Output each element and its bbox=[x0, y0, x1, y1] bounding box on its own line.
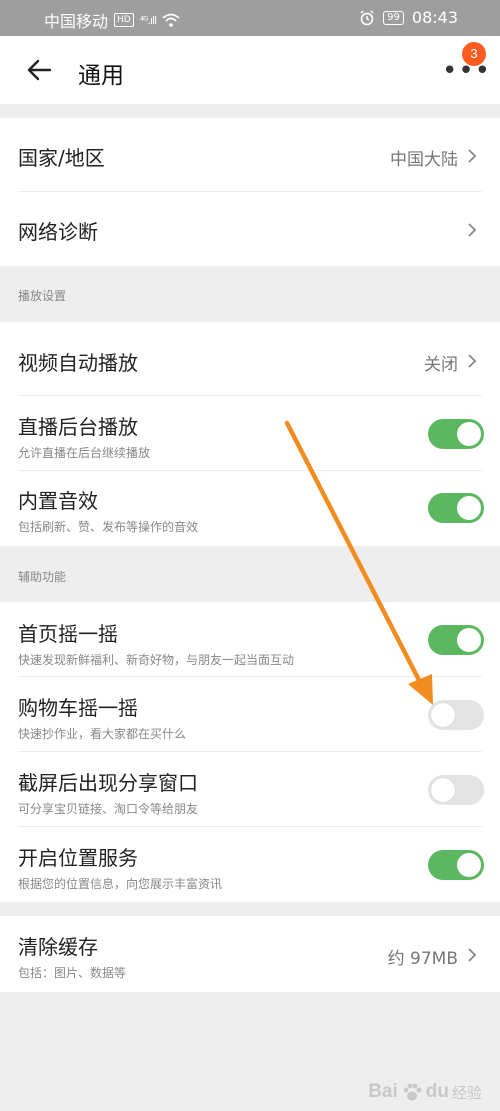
sound-effects-row: 内置音效 包括刷新、赞、发布等操作的音效 bbox=[0, 471, 500, 546]
location-service-toggle[interactable] bbox=[428, 850, 484, 880]
country-region-row[interactable]: 国家/地区 中国大陆 bbox=[0, 118, 500, 192]
network-diagnosis-row[interactable]: 网络诊断 bbox=[0, 192, 500, 266]
toggle-knob bbox=[457, 628, 481, 652]
clear-cache-row[interactable]: 清除缓存 包括：图片、数据等 约 97MB bbox=[0, 916, 500, 992]
screenshot-share-row: 截屏后出现分享窗口 可分享宝贝链接、淘口令等给朋友 bbox=[0, 752, 500, 827]
clock: 08:43 bbox=[411, 8, 458, 27]
toggle-knob bbox=[431, 778, 455, 802]
country-region-value: 中国大陆 bbox=[390, 150, 458, 170]
signal-icon: ⁴ᴳ.ıll bbox=[139, 13, 157, 27]
chevron-right-icon bbox=[468, 948, 477, 962]
accessibility-card: 首页摇一摇 快速发现新鲜福利、新奇好物，与朋友一起当面互动 购物车摇一摇 快速抄… bbox=[0, 602, 500, 902]
watermark-cn: 经验 bbox=[451, 1084, 482, 1102]
section-title-accessibility: 辅助功能 bbox=[18, 570, 67, 584]
section-title-playback: 播放设置 bbox=[18, 289, 67, 303]
video-autoplay-row[interactable]: 视频自动播放 关闭 bbox=[0, 322, 500, 396]
chevron-right-icon bbox=[468, 223, 477, 237]
country-region-label: 国家/地区 bbox=[18, 146, 105, 170]
toggle-knob bbox=[431, 703, 455, 727]
page-title: 通用 bbox=[78, 63, 124, 89]
notification-badge: 3 bbox=[462, 42, 486, 66]
playback-card: 视频自动播放 关闭 直播后台播放 允许直播在后台继续播放 内置音效 包括刷新、赞… bbox=[0, 322, 500, 546]
video-autoplay-value: 关闭 bbox=[424, 355, 458, 375]
live-background-subtitle: 允许直播在后台继续播放 bbox=[18, 446, 151, 460]
watermark-brand-end: du bbox=[425, 1081, 449, 1102]
home-shake-row: 首页摇一摇 快速发现新鲜福利、新奇好物，与朋友一起当面互动 bbox=[0, 602, 500, 677]
toggle-knob bbox=[457, 496, 481, 520]
live-background-label: 直播后台播放 bbox=[18, 415, 138, 439]
network-diagnosis-label: 网络诊断 bbox=[18, 220, 98, 244]
home-shake-toggle[interactable] bbox=[428, 625, 484, 655]
cart-shake-toggle[interactable] bbox=[428, 700, 484, 730]
home-shake-subtitle: 快速发现新鲜福利、新奇好物，与朋友一起当面互动 bbox=[18, 653, 295, 667]
toggle-knob bbox=[457, 853, 481, 877]
screenshot-share-label: 截屏后出现分享窗口 bbox=[18, 771, 198, 795]
cart-shake-subtitle: 快速抄作业，看大家都在买什么 bbox=[18, 727, 187, 741]
location-service-subtitle: 根据您的位置信息，向您展示丰富资讯 bbox=[18, 877, 223, 891]
location-service-row: 开启位置服务 根据您的位置信息，向您展示丰富资讯 bbox=[0, 827, 500, 902]
live-background-row: 直播后台播放 允许直播在后台继续播放 bbox=[0, 396, 500, 471]
carrier-label: 中国移动 bbox=[44, 12, 109, 31]
more-dots-icon: ••• bbox=[442, 56, 492, 86]
hd-badge: HD bbox=[114, 13, 134, 27]
live-background-toggle[interactable] bbox=[428, 419, 484, 449]
toggle-knob bbox=[457, 422, 481, 446]
cart-shake-row: 购物车摇一摇 快速抄作业，看大家都在买什么 bbox=[0, 677, 500, 752]
status-bar: 中国移动 HD ⁴ᴳ.ıll 99 08:43 bbox=[0, 0, 500, 36]
cache-size-value: 约 97MB bbox=[387, 949, 458, 969]
sound-effects-toggle[interactable] bbox=[428, 493, 484, 523]
cart-shake-label: 购物车摇一摇 bbox=[18, 696, 138, 720]
chevron-right-icon bbox=[468, 149, 477, 163]
alarm-icon bbox=[360, 9, 374, 25]
clear-cache-label: 清除缓存 bbox=[18, 935, 98, 959]
baidu-watermark: Bai du 经验 bbox=[368, 1081, 482, 1103]
battery-icon: 99 bbox=[383, 10, 404, 25]
wifi-icon bbox=[162, 13, 180, 27]
watermark-brand: Bai bbox=[368, 1081, 398, 1102]
paw-icon bbox=[403, 1083, 422, 1101]
video-autoplay-label: 视频自动播放 bbox=[18, 351, 138, 375]
screenshot-share-toggle[interactable] bbox=[428, 775, 484, 805]
sound-effects-label: 内置音效 bbox=[18, 489, 98, 513]
cache-card: 清除缓存 包括：图片、数据等 约 97MB bbox=[0, 916, 500, 992]
chevron-right-icon bbox=[468, 354, 477, 368]
clear-cache-subtitle: 包括：图片、数据等 bbox=[18, 966, 127, 980]
app-header: 通用 ••• 3 bbox=[0, 36, 500, 104]
home-shake-label: 首页摇一摇 bbox=[18, 622, 118, 646]
location-service-label: 开启位置服务 bbox=[18, 846, 138, 870]
sound-effects-subtitle: 包括刷新、赞、发布等操作的音效 bbox=[18, 520, 199, 534]
screenshot-share-subtitle: 可分享宝贝链接、淘口令等给朋友 bbox=[18, 802, 199, 816]
general-card: 国家/地区 中国大陆 网络诊断 bbox=[0, 118, 500, 266]
back-arrow-icon[interactable] bbox=[24, 54, 56, 86]
